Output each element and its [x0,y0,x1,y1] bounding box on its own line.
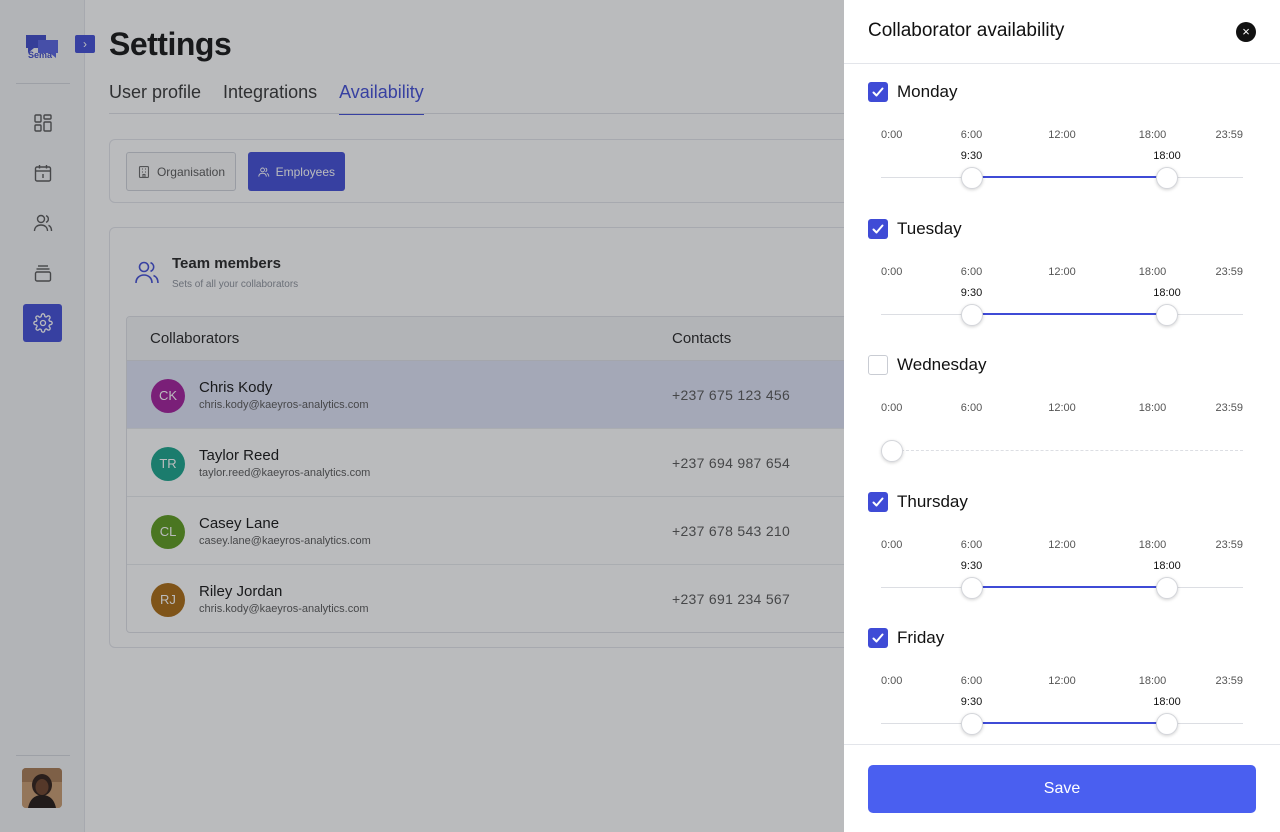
tick-label: 6:00 [960,538,983,551]
tick-label: 18:00 [1138,402,1167,414]
day-checkbox[interactable] [868,628,888,648]
start-time-label: 9:30 [960,286,983,299]
tick-label: 18:00 [1138,129,1167,141]
tick-label: 23:59 [1215,129,1243,141]
slider-range [971,585,1167,588]
tick-label: 12:00 [1048,265,1076,278]
slider-range [971,312,1167,315]
day-checkbox[interactable] [868,491,888,512]
tick-label: 12:00 [1048,675,1076,687]
tick-label: 18:00 [1138,265,1167,278]
tick-label: 0:00 [881,675,903,687]
slider-ticks: 0:00 6:00 12:00 18:00 23:59 [881,675,1243,689]
save-button[interactable]: Save [868,765,1256,813]
end-handle[interactable] [1155,576,1178,599]
check-icon [872,633,884,643]
day-name: Tuesday [897,218,962,238]
day-wednesday: Wednesday 0:00 6:00 12:00 18:00 23:59 [844,337,1280,473]
day-checkbox[interactable] [868,82,888,102]
end-time-label: 18:00 [1153,286,1181,299]
availability-panel: Collaborator availability × Monday 0:00 6:… [844,0,1280,832]
tick-label: 6:00 [960,265,983,278]
slider-range [971,722,1167,724]
tick-label: 23:59 [1215,402,1243,414]
start-handle[interactable] [880,440,903,462]
end-time-label: 18:00 [1153,559,1181,572]
tick-label: 6:00 [960,675,983,687]
day-name: Wednesday [897,355,987,374]
start-time-label: 9:30 [960,559,983,572]
panel-footer: Save [844,744,1280,832]
start-handle[interactable] [960,167,983,189]
check-icon [872,497,884,506]
slider-range [971,176,1167,178]
day-checkbox[interactable] [868,355,888,375]
tick-label: 6:00 [960,402,983,414]
day-name: Monday [897,82,958,101]
start-time-label: 9:30 [960,150,983,162]
check-icon [872,87,884,97]
end-time-label: 18:00 [1153,696,1181,708]
slider-ticks: 0:00 6:00 12:00 18:00 23:59 [881,129,1243,143]
tick-label: 6:00 [960,129,983,141]
panel-title: Collaborator availability [868,20,1065,41]
close-icon[interactable]: × [1236,22,1256,42]
end-handle[interactable] [1155,303,1178,326]
tick-label: 0:00 [881,265,903,278]
slider-ticks: 0:00 6:00 12:00 18:00 23:59 [881,539,1243,553]
tick-label: 18:00 [1138,538,1167,551]
tick-label: 23:59 [1215,538,1243,551]
start-handle[interactable] [960,713,983,735]
start-time-label: 9:30 [960,696,983,708]
day-tuesday: Tuesday 0:00 6:00 12:00 18:00 23:59 9:30 18:00 [844,201,1280,337]
check-icon [872,224,884,233]
day-monday: Monday 0:00 6:00 12:00 18:00 23:59 9:30 18:00 [844,64,1280,200]
days-list: Monday 0:00 6:00 12:00 18:00 23:59 9:30 18:00 Tu… [844,64,1280,744]
start-handle[interactable] [960,576,983,599]
panel-header: Collaborator availability × [844,0,1280,64]
start-handle[interactable] [960,303,983,326]
day-name: Friday [897,628,945,647]
tick-label: 12:00 [1048,538,1076,551]
tick-label: 23:59 [1215,675,1243,687]
tick-label: 23:59 [1215,265,1243,278]
day-name: Thursday [897,491,968,511]
day-friday: Friday 0:00 6:00 12:00 18:00 23:59 9:30 18:00 [844,610,1280,744]
modal-overlay[interactable] [0,0,844,832]
slider-ticks: 0:00 6:00 12:00 18:00 23:59 [881,266,1243,280]
end-time-label: 18:00 [1153,150,1181,162]
tick-label: 12:00 [1048,402,1076,414]
slider-track[interactable] [881,450,1243,451]
end-handle[interactable] [1155,713,1178,735]
day-thursday: Thursday 0:00 6:00 12:00 18:00 23:59 9:30 18:00 [844,474,1280,610]
tick-label: 12:00 [1048,129,1076,141]
tick-label: 0:00 [881,129,903,141]
tick-label: 0:00 [881,402,903,414]
day-checkbox[interactable] [868,218,888,239]
tick-label: 18:00 [1138,675,1167,687]
slider-ticks: 0:00 6:00 12:00 18:00 23:59 [881,402,1243,416]
tick-label: 0:00 [881,538,903,551]
end-handle[interactable] [1155,167,1178,189]
